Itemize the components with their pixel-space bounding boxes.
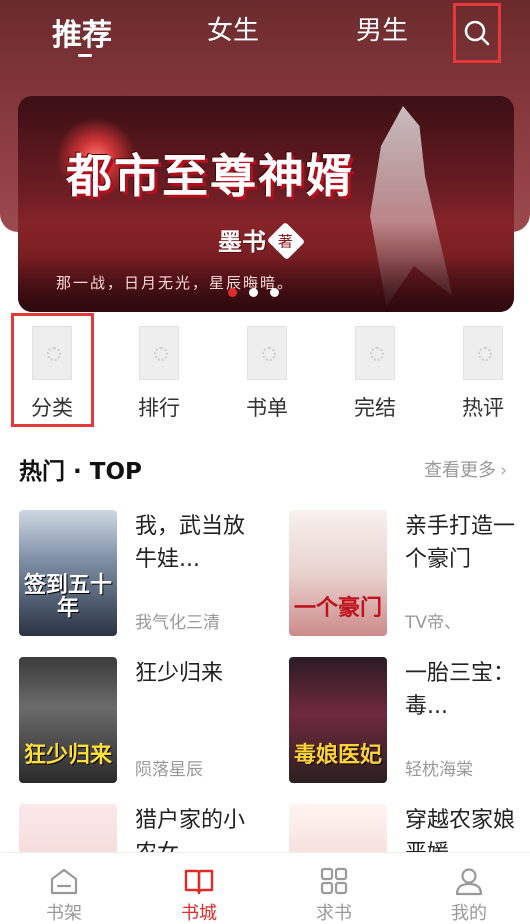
nav-bookstore[interactable]: 书城 (154, 859, 244, 924)
nav-request-book[interactable]: 求书 (289, 859, 379, 924)
pagination-dot[interactable] (249, 288, 258, 297)
nav-bookshelf[interactable]: 书架 (19, 859, 109, 924)
category-completed[interactable]: 完结 (333, 322, 417, 422)
view-more-link[interactable]: 查看更多 › (424, 456, 507, 482)
book-card[interactable]: 狂少归来 狂少归来 陨落星辰 (19, 657, 269, 785)
book-card[interactable]: 签到五十年 我，武当放牛娃... 我气化三清 (19, 510, 269, 638)
book-title: 亲手打造一个豪门 (405, 514, 516, 572)
banner-pagination (228, 288, 279, 297)
section-title: 热门 · TOP (19, 459, 142, 485)
book-cover: 毒娘医妃 (289, 657, 387, 783)
book-open-icon (184, 869, 214, 895)
banner-author: 墨书 (218, 227, 266, 256)
banner-title: 都市至尊神婿 (66, 149, 354, 203)
bottom-navigation: 书架 书城 求书 我的 (0, 852, 530, 924)
image-placeholder-icon (139, 326, 179, 380)
book-author: TV帝、 (405, 613, 462, 633)
grid-icon (320, 867, 348, 895)
tab-recommended[interactable]: 推荐 (52, 10, 112, 54)
image-placeholder-icon (355, 326, 395, 380)
book-author: 陨落星辰 (135, 760, 203, 780)
category-hot-reviews[interactable]: 热评 (441, 322, 525, 422)
category-label: 热评 (462, 396, 504, 420)
book-card[interactable]: 毒娘医妃 一胎三宝：毒... 轻枕海棠 (289, 657, 530, 785)
nav-profile[interactable]: 我的 (424, 859, 514, 924)
bookshelf-icon (50, 868, 78, 895)
search-button[interactable] (453, 3, 501, 63)
book-cover: 狂少归来 (19, 657, 117, 783)
book-card[interactable]: 一个豪门 亲手打造一个豪门 TV帝、 (289, 510, 530, 638)
book-title: 一胎三宝：毒... (405, 661, 516, 719)
pagination-dot[interactable] (270, 288, 279, 297)
banner-landscape (18, 222, 514, 312)
search-icon (464, 20, 490, 46)
category-label: 完结 (354, 396, 396, 420)
pagination-dot[interactable] (228, 288, 237, 297)
book-cover: 一个豪门 (289, 510, 387, 636)
tab-female[interactable]: 女生 (207, 10, 259, 47)
category-label: 书单 (246, 396, 288, 420)
category-booklist[interactable]: 书单 (225, 322, 309, 422)
image-placeholder-icon (247, 326, 287, 380)
category-ranking[interactable]: 排行 (117, 322, 201, 422)
top-tab-bar: 推荐 女生 男生 (0, 0, 530, 63)
tab-male[interactable]: 男生 (356, 10, 408, 47)
chevron-right-icon: › (500, 460, 508, 481)
book-title: 狂少归来 (135, 661, 224, 686)
book-author: 我气化三清 (135, 613, 220, 633)
active-tab-indicator (78, 54, 92, 57)
image-placeholder-icon (463, 326, 503, 380)
book-title: 我，武当放牛娃... (135, 514, 246, 572)
book-author: 轻枕海棠 (405, 760, 473, 780)
promo-banner[interactable]: 都市至尊神婿 墨书 著 那一战，日月无光，星辰晦暗。 (18, 96, 514, 312)
user-icon (455, 868, 483, 896)
highlight-box (11, 313, 94, 427)
book-cover: 签到五十年 (19, 510, 117, 636)
category-label: 排行 (138, 396, 180, 420)
